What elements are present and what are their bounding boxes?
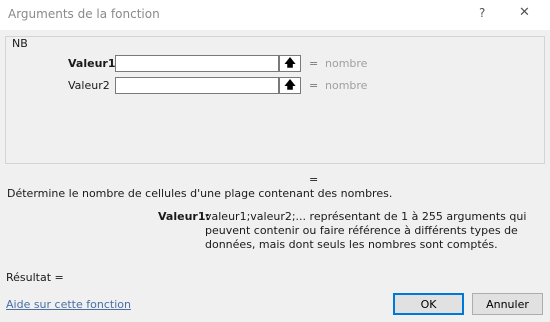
argument-help-text: valeur1;valeur2;... représentant de 1 à … bbox=[205, 210, 527, 251]
valeur2-input[interactable] bbox=[115, 77, 279, 94]
valeur2-equals: = bbox=[309, 79, 319, 92]
close-icon[interactable]: ✕ bbox=[519, 5, 530, 20]
argument-help-label: Valeur1: bbox=[158, 210, 210, 223]
result-label: Résultat = bbox=[6, 271, 64, 284]
help-link[interactable]: Aide sur cette fonction bbox=[6, 298, 131, 311]
valeur1-collapse-button[interactable]: 🡅 bbox=[279, 55, 301, 72]
window-title: Arguments de la fonction bbox=[8, 7, 160, 21]
valeur1-equals: = bbox=[309, 57, 319, 70]
arg-label-valeur1: Valeur1 bbox=[68, 57, 116, 70]
help-icon[interactable]: ? bbox=[479, 6, 485, 20]
arrow-up-icon: 🡅 bbox=[284, 79, 296, 91]
valeur1-input[interactable] bbox=[115, 55, 279, 72]
title-bar: Arguments de la fonction ? ✕ bbox=[0, 0, 550, 30]
arrow-up-icon: 🡅 bbox=[284, 57, 296, 69]
cancel-button[interactable]: Annuler bbox=[472, 293, 543, 315]
valeur2-type-hint: nombre bbox=[325, 79, 368, 92]
ok-button[interactable]: OK bbox=[393, 293, 464, 315]
formula-result-equals: = bbox=[309, 173, 319, 186]
function-description: Détermine le nombre de cellules d'une pl… bbox=[7, 187, 393, 200]
valeur1-type-hint: nombre bbox=[325, 57, 368, 70]
valeur2-collapse-button[interactable]: 🡅 bbox=[279, 77, 301, 94]
arg-label-valeur2: Valeur2 bbox=[68, 79, 110, 92]
function-name: NB bbox=[12, 37, 28, 50]
